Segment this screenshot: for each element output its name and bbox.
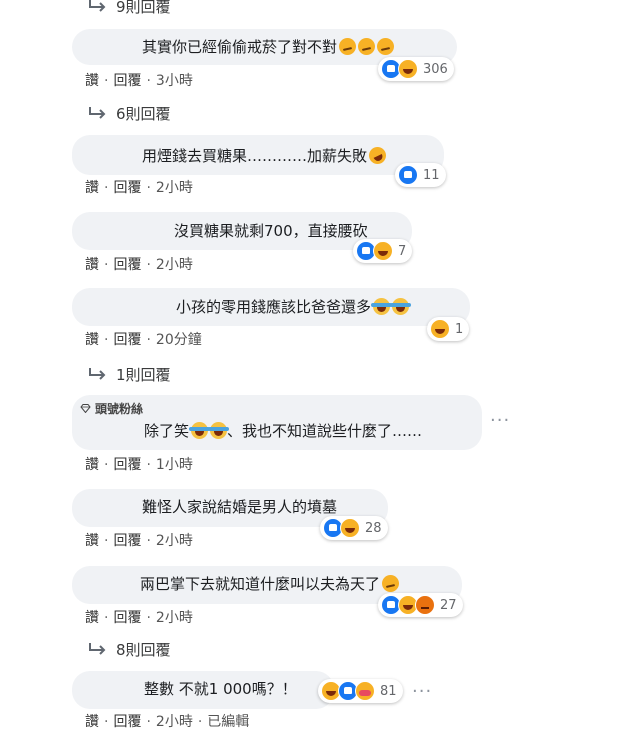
view-replies-label: 1則回覆 [116,366,171,384]
comment-text: 難怪人家說結婚是男人的墳墓 [142,498,338,516]
angry-reaction-icon [415,595,435,615]
comment-actions: 讚 · 回覆 · 2小時 [85,533,193,549]
view-replies-label: 8則回覆 [116,641,171,659]
more-options-button[interactable]: ··· [412,681,432,702]
comment-timestamp[interactable]: 2小時 [156,180,193,196]
reply-link[interactable]: 回覆 [113,610,141,626]
comment-timestamp[interactable]: 2小時 [156,714,193,730]
view-replies-link[interactable]: 6則回覆 [88,103,171,124]
tears-of-joy-emoji [208,422,230,439]
comment-timestamp[interactable]: 2小時 [156,533,193,549]
reactions-summary[interactable]: 7 [353,239,413,263]
smirking-emoji [382,575,400,592]
like-link[interactable]: 讚 [85,257,99,273]
comment-text: 兩巴掌下去就知道什麼叫以夫為天了 [140,574,400,594]
smirking-emoji [339,38,357,55]
reply-link[interactable]: 回覆 [113,180,141,196]
reactions-summary[interactable]: 306 [378,57,454,81]
comment-text: 除了笑 、我也不知道說些什麼了…… [144,422,423,440]
reactions-summary[interactable]: 27 [378,593,463,617]
view-replies-link[interactable]: 8則回覆 [88,639,171,660]
reply-link[interactable]: 回覆 [113,73,141,89]
reply-arrow-icon [89,643,106,655]
view-replies-link[interactable]: 1則回覆 [88,364,171,385]
like-link[interactable]: 讚 [85,332,99,348]
comment-timestamp[interactable]: 1小時 [156,457,193,473]
like-reaction-icon [398,165,418,185]
reactions-summary[interactable]: 81 [318,679,403,703]
like-link[interactable]: 讚 [85,533,99,549]
comment-actions: 讚 · 回覆 · 2小時 [85,257,193,273]
view-replies-label: 6則回覆 [116,105,171,123]
haha-reaction-icon [398,59,418,79]
comment-text: 用煙錢去買糖果…………加薪失敗 [142,144,389,167]
reply-link[interactable]: 回覆 [113,257,141,273]
comment-actions: 讚 · 回覆 · 2小時 · 已編輯 [85,714,250,730]
like-link[interactable]: 讚 [85,457,99,473]
tears-of-joy-emoji [189,422,211,439]
reply-arrow-icon [89,0,106,12]
comment-timestamp[interactable]: 3小時 [156,73,193,89]
reactions-summary[interactable]: 1 [427,317,470,341]
comment-text: 沒買糖果就剩700，直接腰砍 [174,222,368,240]
smirking-emoji [358,38,376,55]
reply-link[interactable]: 回覆 [113,457,141,473]
reaction-count: 11 [423,167,440,183]
rofl-emoji [366,144,389,167]
haha-reaction-icon [373,241,393,261]
badge-label: 頭號粉絲 [95,402,144,416]
comment-timestamp[interactable]: 2小時 [156,257,193,273]
view-replies-label: 9則回覆 [116,0,171,16]
reactions-summary[interactable]: 28 [320,516,388,540]
reaction-count: 81 [380,683,397,699]
reaction-count: 306 [423,61,448,77]
comment-timestamp[interactable]: 20分鐘 [156,332,202,348]
comment-actions: 讚 · 回覆 · 20分鐘 [85,332,202,348]
edited-label: 已編輯 [207,714,250,730]
comment-actions: 讚 · 回覆 · 2小時 [85,180,193,196]
like-link[interactable]: 讚 [85,714,99,730]
comment-actions: 讚 · 回覆 · 3小時 [85,73,193,89]
diamond-icon [80,404,91,413]
reaction-count: 7 [398,243,407,259]
tears-of-joy-emoji [390,298,412,315]
reply-arrow-icon [89,107,106,119]
reactions-summary[interactable]: 11 [395,163,446,187]
view-replies-link[interactable]: 9則回覆 [88,0,171,17]
haha-reaction-icon [340,518,360,538]
smirking-emoji [377,38,395,55]
comment-text: 小孩的零用錢應該比爸爸還多 [176,297,412,317]
top-fan-badge: 頭號粉絲 [80,400,143,417]
tears-of-joy-emoji [371,298,393,315]
like-link[interactable]: 讚 [85,180,99,196]
more-options-button[interactable]: ··· [490,410,510,431]
comment-timestamp[interactable]: 2小時 [156,610,193,626]
comment-text: 整數 不就1 000嗎？！ [144,680,297,698]
reply-link[interactable]: 回覆 [113,714,141,730]
like-link[interactable]: 讚 [85,73,99,89]
reply-link[interactable]: 回覆 [113,332,141,348]
comment-text: 其實你已經偷偷戒菸了對不對 [142,37,395,57]
reaction-count: 28 [365,520,382,536]
reaction-count: 1 [455,321,464,337]
haha-reaction-icon [430,319,450,339]
like-link[interactable]: 讚 [85,610,99,626]
comment-actions: 讚 · 回覆 · 2小時 [85,610,193,626]
reply-link[interactable]: 回覆 [113,533,141,549]
reaction-count: 27 [440,597,457,613]
reply-arrow-icon [89,368,106,380]
care-reaction-icon [355,681,375,701]
comment-actions: 讚 · 回覆 · 1小時 [85,457,193,473]
